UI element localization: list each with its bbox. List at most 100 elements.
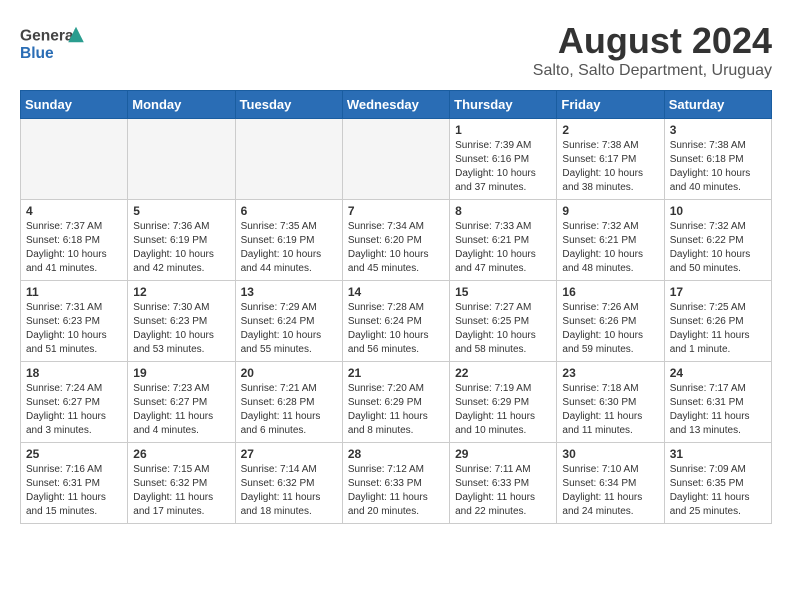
- calendar-cell: 7 Sunrise: 7:34 AM Sunset: 6:20 PM Daylig…: [342, 200, 449, 281]
- calendar-cell: 1Sunrise: 7:39 AM Sunset: 6:16 PM Daylig…: [450, 119, 557, 200]
- calendar-cell: [342, 119, 449, 200]
- day-number: 3: [670, 123, 766, 137]
- day-number: 4: [26, 204, 122, 218]
- calendar-cell: 10 Sunrise: 7:32 AM Sunset: 6:22 PM Dayli…: [664, 200, 771, 281]
- calendar-cell: 16 Sunrise: 7:26 AM Sunset: 6:26 PM Dayli…: [557, 281, 664, 362]
- calendar-cell: 11Sunrise: 7:31 AM Sunset: 6:23 PM Dayli…: [21, 281, 128, 362]
- day-info: Sunrise: 7:32 AM Sunset: 6:21 PM Dayligh…: [562, 220, 658, 276]
- calendar-cell: 2Sunrise: 7:38 AM Sunset: 6:17 PM Daylig…: [557, 119, 664, 200]
- day-number: 30: [562, 447, 658, 461]
- day-number: 8: [455, 204, 551, 218]
- page-container: General Blue August 2024 Salto, Salto De…: [20, 20, 772, 524]
- day-number: 19: [133, 366, 229, 380]
- day-number: 2: [562, 123, 658, 137]
- day-number: 27: [241, 447, 337, 461]
- day-number: 23: [562, 366, 658, 380]
- calendar-cell: 29 Sunrise: 7:11 AM Sunset: 6:33 PM Dayli…: [450, 443, 557, 524]
- day-number: 31: [670, 447, 766, 461]
- calendar-cell: 5Sunrise: 7:36 AM Sunset: 6:19 PM Daylig…: [128, 200, 235, 281]
- calendar-cell: 6 Sunrise: 7:35 AM Sunset: 6:19 PM Daylig…: [235, 200, 342, 281]
- day-info: Sunrise: 7:25 AM Sunset: 6:26 PM Dayligh…: [670, 301, 766, 357]
- calendar-cell: 21 Sunrise: 7:20 AM Sunset: 6:29 PM Dayli…: [342, 362, 449, 443]
- day-info: Sunrise: 7:18 AM Sunset: 6:30 PM Dayligh…: [562, 382, 658, 438]
- day-info: Sunrise: 7:33 AM Sunset: 6:21 PM Dayligh…: [455, 220, 551, 276]
- calendar-table: SundayMondayTuesdayWednesdayThursdayFrid…: [20, 90, 772, 524]
- weekday-header-wednesday: Wednesday: [342, 91, 449, 119]
- day-number: 22: [455, 366, 551, 380]
- calendar-cell: 13 Sunrise: 7:29 AM Sunset: 6:24 PM Dayli…: [235, 281, 342, 362]
- day-info: Sunrise: 7:16 AM Sunset: 6:31 PM Dayligh…: [26, 463, 122, 519]
- day-number: 25: [26, 447, 122, 461]
- calendar-cell: [21, 119, 128, 200]
- day-info: Sunrise: 7:29 AM Sunset: 6:24 PM Dayligh…: [241, 301, 337, 357]
- calendar-cell: 18 Sunrise: 7:24 AM Sunset: 6:27 PM Dayli…: [21, 362, 128, 443]
- svg-text:Blue: Blue: [20, 45, 54, 62]
- calendar-cell: 14Sunrise: 7:28 AM Sunset: 6:24 PM Dayli…: [342, 281, 449, 362]
- calendar-cell: 24 Sunrise: 7:17 AM Sunset: 6:31 PM Dayli…: [664, 362, 771, 443]
- weekday-header-sunday: Sunday: [21, 91, 128, 119]
- weekday-header-tuesday: Tuesday: [235, 91, 342, 119]
- day-number: 9: [562, 204, 658, 218]
- calendar-cell: 26 Sunrise: 7:15 AM Sunset: 6:32 PM Dayli…: [128, 443, 235, 524]
- day-info: Sunrise: 7:32 AM Sunset: 6:22 PM Dayligh…: [670, 220, 766, 276]
- day-number: 6: [241, 204, 337, 218]
- day-info: Sunrise: 7:19 AM Sunset: 6:29 PM Dayligh…: [455, 382, 551, 438]
- day-info: Sunrise: 7:11 AM Sunset: 6:33 PM Dayligh…: [455, 463, 551, 519]
- calendar-cell: 4 Sunrise: 7:37 AM Sunset: 6:18 PM Daylig…: [21, 200, 128, 281]
- weekday-header-thursday: Thursday: [450, 91, 557, 119]
- day-info: Sunrise: 7:35 AM Sunset: 6:19 PM Dayligh…: [241, 220, 337, 276]
- day-info: Sunrise: 7:31 AM Sunset: 6:23 PM Dayligh…: [26, 301, 122, 357]
- day-number: 18: [26, 366, 122, 380]
- weekday-header-monday: Monday: [128, 91, 235, 119]
- week-row-1: 1Sunrise: 7:39 AM Sunset: 6:16 PM Daylig…: [21, 119, 772, 200]
- day-info: Sunrise: 7:15 AM Sunset: 6:32 PM Dayligh…: [133, 463, 229, 519]
- day-number: 26: [133, 447, 229, 461]
- day-number: 28: [348, 447, 444, 461]
- day-number: 5: [133, 204, 229, 218]
- day-info: Sunrise: 7:38 AM Sunset: 6:18 PM Dayligh…: [670, 139, 766, 195]
- day-info: Sunrise: 7:26 AM Sunset: 6:26 PM Dayligh…: [562, 301, 658, 357]
- day-info: Sunrise: 7:21 AM Sunset: 6:28 PM Dayligh…: [241, 382, 337, 438]
- day-info: Sunrise: 7:34 AM Sunset: 6:20 PM Dayligh…: [348, 220, 444, 276]
- week-row-2: 4 Sunrise: 7:37 AM Sunset: 6:18 PM Daylig…: [21, 200, 772, 281]
- calendar-cell: 31 Sunrise: 7:09 AM Sunset: 6:35 PM Dayli…: [664, 443, 771, 524]
- week-row-4: 18 Sunrise: 7:24 AM Sunset: 6:27 PM Dayli…: [21, 362, 772, 443]
- day-number: 24: [670, 366, 766, 380]
- calendar-cell: 22 Sunrise: 7:19 AM Sunset: 6:29 PM Dayli…: [450, 362, 557, 443]
- weekday-header-saturday: Saturday: [664, 91, 771, 119]
- calendar-cell: 8 Sunrise: 7:33 AM Sunset: 6:21 PM Daylig…: [450, 200, 557, 281]
- calendar-cell: 12Sunrise: 7:30 AM Sunset: 6:23 PM Dayli…: [128, 281, 235, 362]
- day-number: 10: [670, 204, 766, 218]
- day-number: 7: [348, 204, 444, 218]
- day-info: Sunrise: 7:24 AM Sunset: 6:27 PM Dayligh…: [26, 382, 122, 438]
- day-number: 21: [348, 366, 444, 380]
- weekday-header-friday: Friday: [557, 91, 664, 119]
- calendar-cell: 30Sunrise: 7:10 AM Sunset: 6:34 PM Dayli…: [557, 443, 664, 524]
- day-number: 29: [455, 447, 551, 461]
- day-info: Sunrise: 7:37 AM Sunset: 6:18 PM Dayligh…: [26, 220, 122, 276]
- day-info: Sunrise: 7:23 AM Sunset: 6:27 PM Dayligh…: [133, 382, 229, 438]
- calendar-cell: 25 Sunrise: 7:16 AM Sunset: 6:31 PM Dayli…: [21, 443, 128, 524]
- calendar-cell: 20Sunrise: 7:21 AM Sunset: 6:28 PM Dayli…: [235, 362, 342, 443]
- day-info: Sunrise: 7:20 AM Sunset: 6:29 PM Dayligh…: [348, 382, 444, 438]
- logo-image: General Blue: [20, 20, 90, 70]
- calendar-cell: [235, 119, 342, 200]
- month-year-title: August 2024: [533, 20, 772, 62]
- logo: General Blue: [20, 20, 90, 70]
- day-info: Sunrise: 7:09 AM Sunset: 6:35 PM Dayligh…: [670, 463, 766, 519]
- location-subtitle: Salto, Salto Department, Uruguay: [533, 62, 772, 80]
- day-number: 13: [241, 285, 337, 299]
- calendar-cell: 3 Sunrise: 7:38 AM Sunset: 6:18 PM Daylig…: [664, 119, 771, 200]
- header: General Blue August 2024 Salto, Salto De…: [20, 20, 772, 80]
- day-number: 16: [562, 285, 658, 299]
- calendar-cell: 15Sunrise: 7:27 AM Sunset: 6:25 PM Dayli…: [450, 281, 557, 362]
- calendar-cell: 9 Sunrise: 7:32 AM Sunset: 6:21 PM Daylig…: [557, 200, 664, 281]
- title-block: August 2024 Salto, Salto Department, Uru…: [533, 20, 772, 80]
- calendar-cell: 28Sunrise: 7:12 AM Sunset: 6:33 PM Dayli…: [342, 443, 449, 524]
- day-number: 15: [455, 285, 551, 299]
- day-number: 14: [348, 285, 444, 299]
- calendar-cell: 27Sunrise: 7:14 AM Sunset: 6:32 PM Dayli…: [235, 443, 342, 524]
- day-info: Sunrise: 7:17 AM Sunset: 6:31 PM Dayligh…: [670, 382, 766, 438]
- day-number: 1: [455, 123, 551, 137]
- day-info: Sunrise: 7:30 AM Sunset: 6:23 PM Dayligh…: [133, 301, 229, 357]
